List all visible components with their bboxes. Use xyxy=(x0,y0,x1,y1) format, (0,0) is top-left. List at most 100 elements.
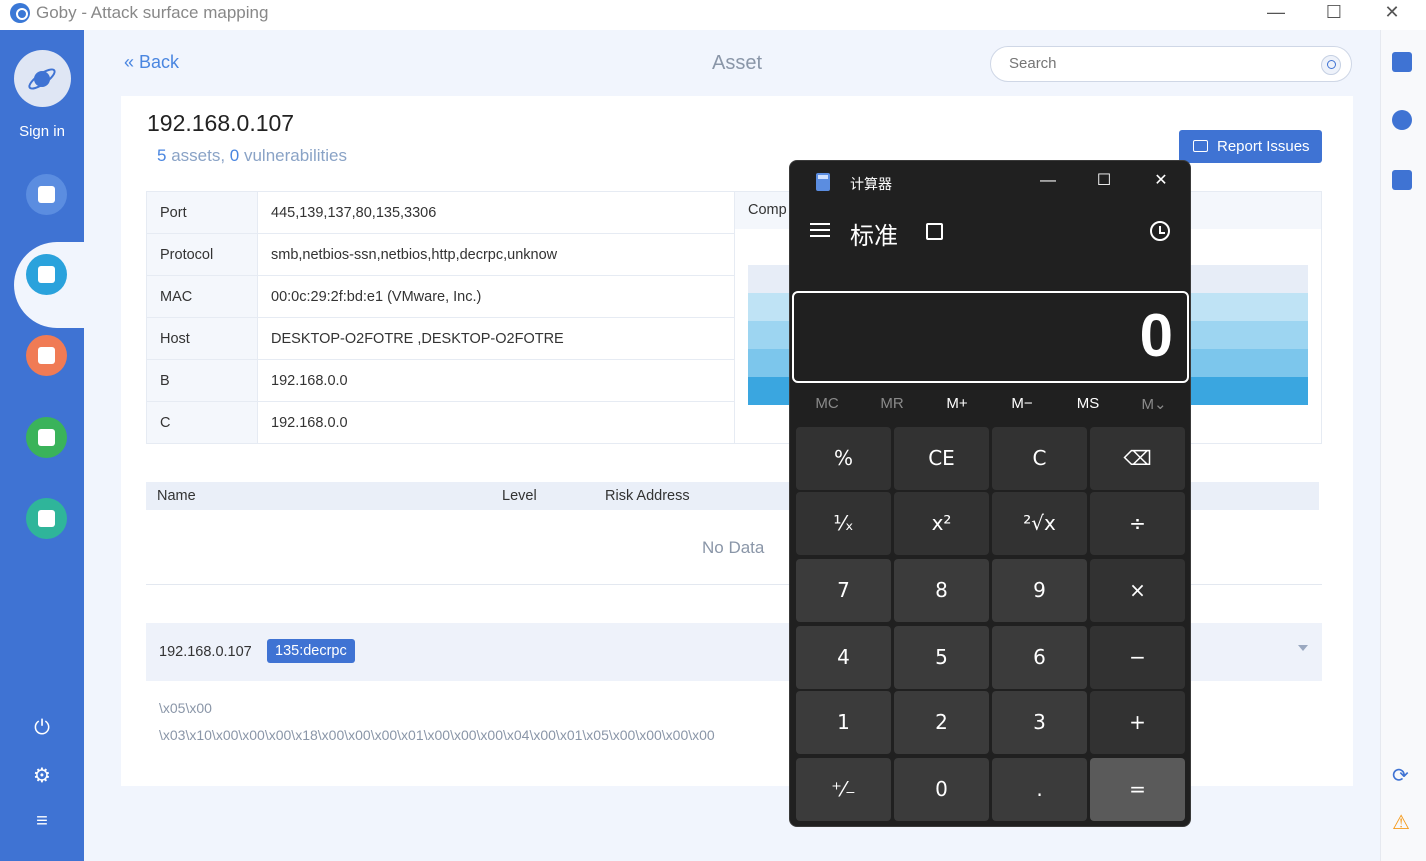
search-input[interactable] xyxy=(1009,55,1309,72)
memory-list-button[interactable]: M⌄ xyxy=(1121,395,1187,413)
warning-icon[interactable]: ⚠ xyxy=(1392,813,1412,833)
hamburger-menu-icon[interactable] xyxy=(810,223,830,237)
memory-clear-button[interactable]: MC xyxy=(794,395,860,412)
plugin-icon xyxy=(38,510,55,527)
menu-icon[interactable]: ≡ xyxy=(30,809,54,833)
digit-1-key[interactable]: 1 xyxy=(796,691,891,754)
info-value: DESKTOP-O2FOTRE ,DESKTOP-O2FOTRE xyxy=(257,317,735,360)
square-root-key[interactable]: ²√x xyxy=(992,492,1087,555)
digit-3-key[interactable]: 3 xyxy=(992,691,1087,754)
info-key: Protocol xyxy=(146,233,258,276)
info-value: 192.168.0.0 xyxy=(257,359,735,402)
digit-2-key[interactable]: 2 xyxy=(894,691,989,754)
search-icon[interactable] xyxy=(1321,55,1341,75)
calculator-display: 0 xyxy=(792,291,1189,383)
port-row-ip: 192.168.0.107 xyxy=(159,644,252,660)
plus-key[interactable]: + xyxy=(1090,691,1185,754)
sync-icon[interactable]: ⟳ xyxy=(1392,766,1412,786)
table-row: Host DESKTOP-O2FOTRE ,DESKTOP-O2FOTRE xyxy=(146,317,735,360)
memory-store-button[interactable]: MS xyxy=(1055,395,1121,412)
digit-6-key[interactable]: 6 xyxy=(992,626,1087,689)
asset-ip: 192.168.0.107 xyxy=(147,110,295,136)
nav-scan[interactable] xyxy=(26,174,67,215)
calc-maximize-button[interactable]: ☐ xyxy=(1084,169,1124,193)
square-key[interactable]: x² xyxy=(894,492,989,555)
calculator-title: 计算器 xyxy=(850,176,892,192)
table-row: C 192.168.0.0 xyxy=(146,401,735,444)
info-value: 00:0c:29:2f:bd:e1 (VMware, Inc.) xyxy=(257,275,735,318)
window-title: Goby - Attack surface mapping xyxy=(36,3,269,22)
scan-icon xyxy=(38,186,55,203)
planet-icon xyxy=(28,68,56,90)
document-icon[interactable] xyxy=(1392,170,1412,190)
add-task-icon[interactable] xyxy=(1392,52,1412,72)
info-key: B xyxy=(146,359,258,402)
info-key: Port xyxy=(146,191,258,234)
info-value: 192.168.0.0 xyxy=(257,401,735,444)
decimal-key[interactable]: . xyxy=(992,758,1087,821)
digit-9-key[interactable]: 9 xyxy=(992,559,1087,622)
asset-info-table: Port 445,139,137,80,135,3306 Protocol smb,… xyxy=(146,191,735,444)
backspace-key[interactable]: ⌫ xyxy=(1090,427,1185,490)
page-title: Asset xyxy=(712,52,763,74)
divide-key[interactable]: ÷ xyxy=(1090,492,1185,555)
info-key: C xyxy=(146,401,258,444)
memory-add-button[interactable]: M+ xyxy=(924,395,990,412)
calc-minimize-button[interactable]: — xyxy=(1028,169,1068,193)
no-data-text: No Data xyxy=(702,538,765,557)
assets-label: assets, xyxy=(166,146,230,165)
digit-7-key[interactable]: 7 xyxy=(796,559,891,622)
calc-close-button[interactable]: ✕ xyxy=(1141,169,1181,193)
search-box[interactable] xyxy=(990,46,1352,82)
equals-key[interactable]: = xyxy=(1090,758,1185,821)
multiply-key[interactable]: × xyxy=(1090,559,1185,622)
report-issues-label: Report Issues xyxy=(1217,138,1310,155)
keep-on-top-icon[interactable] xyxy=(926,223,943,240)
chevron-down-icon[interactable] xyxy=(1298,645,1308,651)
sign-in-link[interactable]: Sign in xyxy=(0,123,84,140)
digit-0-key[interactable]: 0 xyxy=(894,758,989,821)
table-row: Protocol smb,netbios-ssn,netbios,http,dec… xyxy=(146,233,735,276)
digit-5-key[interactable]: 5 xyxy=(894,626,989,689)
history-icon[interactable] xyxy=(1150,221,1170,241)
calculator-window: 计算器 — ☐ ✕ 标准 0 MC MR M+ M− MS M⌄ % CE C … xyxy=(789,160,1191,827)
maximize-button[interactable]: ☐ xyxy=(1304,0,1364,26)
vuln-count: 0 xyxy=(229,146,240,165)
nav-vulnerability[interactable] xyxy=(26,335,67,376)
clock-icon[interactable] xyxy=(1392,110,1412,130)
col-name: Name xyxy=(157,488,196,504)
vuln-label: vulnerabilities xyxy=(239,146,347,165)
back-link[interactable]: « Back xyxy=(124,52,179,73)
left-sidebar: Sign in ⏻ ⚙ ≡ xyxy=(0,30,134,861)
reciprocal-key[interactable]: ¹⁄ₓ xyxy=(796,492,891,555)
minus-key[interactable]: − xyxy=(1090,626,1185,689)
table-row: B 192.168.0.0 xyxy=(146,359,735,402)
report-issues-button[interactable]: Report Issues xyxy=(1179,130,1322,163)
col-level: Level xyxy=(502,488,537,504)
close-button[interactable]: ✕ xyxy=(1362,0,1422,26)
gear-icon[interactable]: ⚙ xyxy=(30,764,54,788)
clear-entry-key[interactable]: CE xyxy=(894,427,989,490)
memory-subtract-button[interactable]: M− xyxy=(989,395,1055,412)
percent-key[interactable]: % xyxy=(796,427,891,490)
negate-key[interactable]: ⁺⁄₋ xyxy=(796,758,891,821)
title-bar: Goby - Attack surface mapping — ☐ ✕ xyxy=(0,0,1426,30)
info-key: MAC xyxy=(146,275,258,318)
port-tag[interactable]: 135:decrpc xyxy=(267,639,355,663)
calculator-icon xyxy=(816,173,830,191)
avatar[interactable] xyxy=(14,50,71,107)
nav-report[interactable] xyxy=(26,417,67,458)
table-row: MAC 00:0c:29:2f:bd:e1 (VMware, Inc.) xyxy=(146,275,735,318)
nav-asset[interactable] xyxy=(26,254,67,295)
table-row: Port 445,139,137,80,135,3306 xyxy=(146,191,735,234)
right-sidebar: ⟳ ⚠ xyxy=(1380,30,1426,861)
chart-icon xyxy=(38,429,55,446)
nav-plugin[interactable] xyxy=(26,498,67,539)
digit-8-key[interactable]: 8 xyxy=(894,559,989,622)
digit-4-key[interactable]: 4 xyxy=(796,626,891,689)
memory-recall-button[interactable]: MR xyxy=(859,395,925,412)
power-icon[interactable]: ⏻ xyxy=(30,716,54,740)
banner-line: \x05\x00 xyxy=(159,700,212,716)
minimize-button[interactable]: — xyxy=(1246,0,1306,26)
clear-key[interactable]: C xyxy=(992,427,1087,490)
